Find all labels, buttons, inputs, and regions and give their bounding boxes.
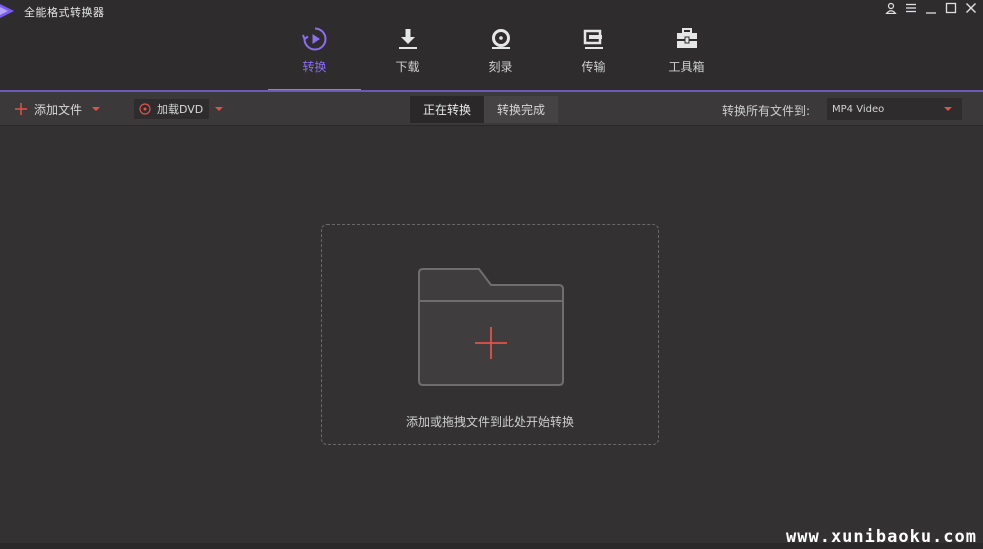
- account-button[interactable]: [881, 0, 901, 16]
- tab-toolbox[interactable]: 工具箱: [640, 22, 733, 90]
- title-nav-bar: 全能格式转换器 转换 下载 刻录 传输 工具箱: [0, 0, 983, 91]
- output-format-value: MP4 Video: [832, 103, 885, 115]
- main-nav: 转换 下载 刻录 传输 工具箱: [268, 22, 733, 91]
- disc-icon: [139, 103, 151, 115]
- tab-convert-label: 转换: [302, 60, 327, 74]
- add-file-dropdown-icon[interactable]: [92, 107, 101, 111]
- minimize-button[interactable]: [921, 0, 941, 16]
- tab-burn-label: 刻录: [488, 60, 513, 74]
- tab-converting[interactable]: 正在转换: [410, 96, 485, 123]
- transfer-icon: [583, 29, 603, 49]
- tab-convert[interactable]: 转换: [268, 22, 361, 91]
- burn-icon: [491, 29, 510, 49]
- load-dvd-dropdown-icon[interactable]: [215, 107, 224, 111]
- toolbox-icon: [676, 28, 697, 48]
- conversion-status-tabs: 正在转换 转换完成: [410, 96, 559, 123]
- tab-transfer[interactable]: 传输: [547, 22, 640, 90]
- watermark: www.xunibaoku.com: [786, 527, 977, 547]
- user-icon: [885, 2, 897, 14]
- drop-hint: 添加或拖拽文件到此处开始转换: [405, 415, 574, 429]
- maximize-icon: [945, 2, 957, 14]
- app-window: 全能格式转换器 转换 下载 刻录 传输 工具箱 添加文件 加载DVD 正在转换 …: [0, 0, 983, 549]
- tab-toolbox-label: 工具箱: [668, 60, 705, 74]
- close-button[interactable]: [961, 0, 981, 16]
- tab-download[interactable]: 下载: [361, 22, 454, 90]
- close-icon: [966, 3, 976, 13]
- maximize-button[interactable]: [941, 0, 961, 16]
- load-dvd-button[interactable]: 加载DVD: [134, 99, 224, 119]
- minimize-icon: [926, 12, 936, 14]
- convert-all-label: 转换所有文件到:: [722, 104, 811, 118]
- window-controls: [881, 0, 981, 16]
- plus-icon: [15, 103, 27, 115]
- tab-burn[interactable]: 刻录: [454, 22, 547, 90]
- download-icon: [398, 29, 417, 49]
- tab-download-label: 下载: [395, 60, 420, 74]
- menu-icon: [906, 3, 916, 13]
- app-title: 全能格式转换器: [24, 6, 105, 19]
- convert-icon: [301, 27, 326, 51]
- toolbar: 添加文件 加载DVD 正在转换 转换完成 转换所有文件到: MP4 Video: [0, 92, 983, 126]
- add-file-button[interactable]: 添加文件: [14, 100, 101, 118]
- file-drop-zone[interactable]: 添加或拖拽文件到此处开始转换: [321, 224, 659, 445]
- menu-button[interactable]: [901, 0, 921, 16]
- add-file-label: 添加文件: [34, 102, 83, 117]
- chevron-down-icon: [944, 107, 952, 111]
- folder-add-icon[interactable]: [417, 267, 565, 387]
- tab-finished[interactable]: 转换完成: [484, 96, 559, 123]
- app-logo-icon: [0, 4, 14, 18]
- output-format-select[interactable]: MP4 Video: [827, 98, 962, 120]
- tab-transfer-label: 传输: [581, 60, 606, 74]
- load-dvd-label: 加载DVD: [157, 103, 204, 116]
